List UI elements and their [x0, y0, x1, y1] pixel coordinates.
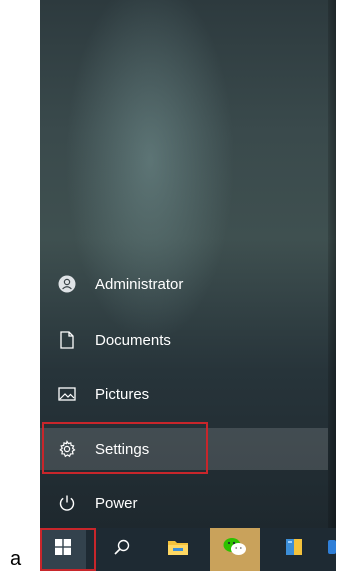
wechat-button[interactable] [210, 528, 260, 571]
pictures-icon [58, 385, 76, 403]
start-menu: Administrator Documents Pictures Setting… [40, 0, 336, 530]
gear-icon [58, 440, 76, 458]
archive-app-icon [285, 537, 307, 562]
menu-item-label: Pictures [95, 385, 150, 403]
menu-item-administrator[interactable]: Administrator [40, 263, 328, 305]
power-icon [58, 494, 76, 512]
menu-item-pictures[interactable]: Pictures [40, 373, 328, 415]
edge-button[interactable] [326, 528, 336, 571]
document-icon [58, 331, 76, 349]
archive-app-button[interactable] [274, 528, 318, 571]
taskbar [40, 528, 336, 571]
menu-item-label: Settings [95, 440, 150, 458]
file-explorer-icon [167, 538, 189, 561]
windows-start-icon [55, 539, 71, 560]
wechat-icon [222, 536, 248, 563]
menu-item-label: Power [95, 494, 138, 512]
start-button[interactable] [40, 528, 86, 571]
search-icon [113, 538, 131, 561]
menu-item-label: Documents [95, 331, 171, 349]
menu-item-documents[interactable]: Documents [40, 319, 328, 361]
edge-icon [326, 537, 336, 562]
menu-item-power[interactable]: Power [40, 482, 328, 524]
file-explorer-button[interactable] [156, 528, 200, 571]
menu-item-label: Administrator [95, 275, 184, 293]
menu-item-settings[interactable]: Settings [40, 428, 328, 470]
user-avatar-icon [58, 275, 76, 293]
figure-label: a [10, 548, 22, 570]
search-button[interactable] [100, 528, 144, 571]
